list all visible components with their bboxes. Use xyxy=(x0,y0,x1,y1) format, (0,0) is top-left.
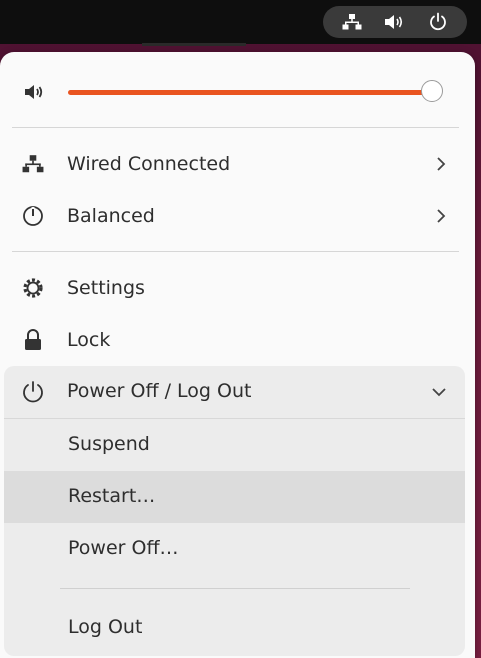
settings-item[interactable]: Settings xyxy=(0,262,475,314)
suspend-label: Suspend xyxy=(68,433,150,455)
network-wired-icon xyxy=(341,11,363,33)
divider xyxy=(60,588,410,589)
chevron-right-icon xyxy=(433,208,449,224)
power-off-submenu: Power Off / Log Out Suspend Restart… Pow… xyxy=(4,366,465,656)
restart-button[interactable]: Restart… xyxy=(4,471,465,523)
power-off-label: Power Off… xyxy=(68,537,179,559)
power-icon xyxy=(20,379,46,405)
top-bar xyxy=(0,0,481,46)
power-mode-gauge-icon xyxy=(20,203,46,229)
power-mode-label: Balanced xyxy=(67,205,155,227)
volume-slider-row xyxy=(0,66,475,118)
system-tray-button[interactable] xyxy=(323,6,467,38)
power-off-button[interactable]: Power Off… xyxy=(4,523,465,575)
power-off-logout-label: Power Off / Log Out xyxy=(67,380,252,402)
gear-icon xyxy=(20,275,46,301)
suspend-button[interactable]: Suspend xyxy=(4,419,465,471)
power-off-logout-header[interactable]: Power Off / Log Out xyxy=(4,366,465,418)
lock-item[interactable]: Lock xyxy=(0,314,475,366)
topbar-underline xyxy=(142,43,246,46)
network-wired-icon xyxy=(20,151,46,177)
log-out-button[interactable]: Log Out xyxy=(4,602,465,654)
divider xyxy=(12,127,459,128)
quick-settings-menu: Wired Connected Balanced Settings Lock P… xyxy=(0,52,475,658)
restart-label: Restart… xyxy=(68,485,156,507)
lock-icon xyxy=(20,327,46,353)
wired-connected-label: Wired Connected xyxy=(67,153,231,175)
volume-icon xyxy=(384,11,406,33)
volume-icon xyxy=(22,80,46,104)
volume-slider[interactable] xyxy=(68,90,432,95)
log-out-label: Log Out xyxy=(68,616,143,638)
volume-slider-handle[interactable] xyxy=(421,80,443,102)
chevron-down-icon xyxy=(431,384,447,400)
settings-label: Settings xyxy=(67,277,145,299)
wired-connected-item[interactable]: Wired Connected xyxy=(0,138,475,190)
divider xyxy=(12,251,459,252)
power-icon xyxy=(427,11,449,33)
chevron-right-icon xyxy=(433,156,449,172)
lock-label: Lock xyxy=(67,329,111,351)
power-mode-item[interactable]: Balanced xyxy=(0,190,475,242)
